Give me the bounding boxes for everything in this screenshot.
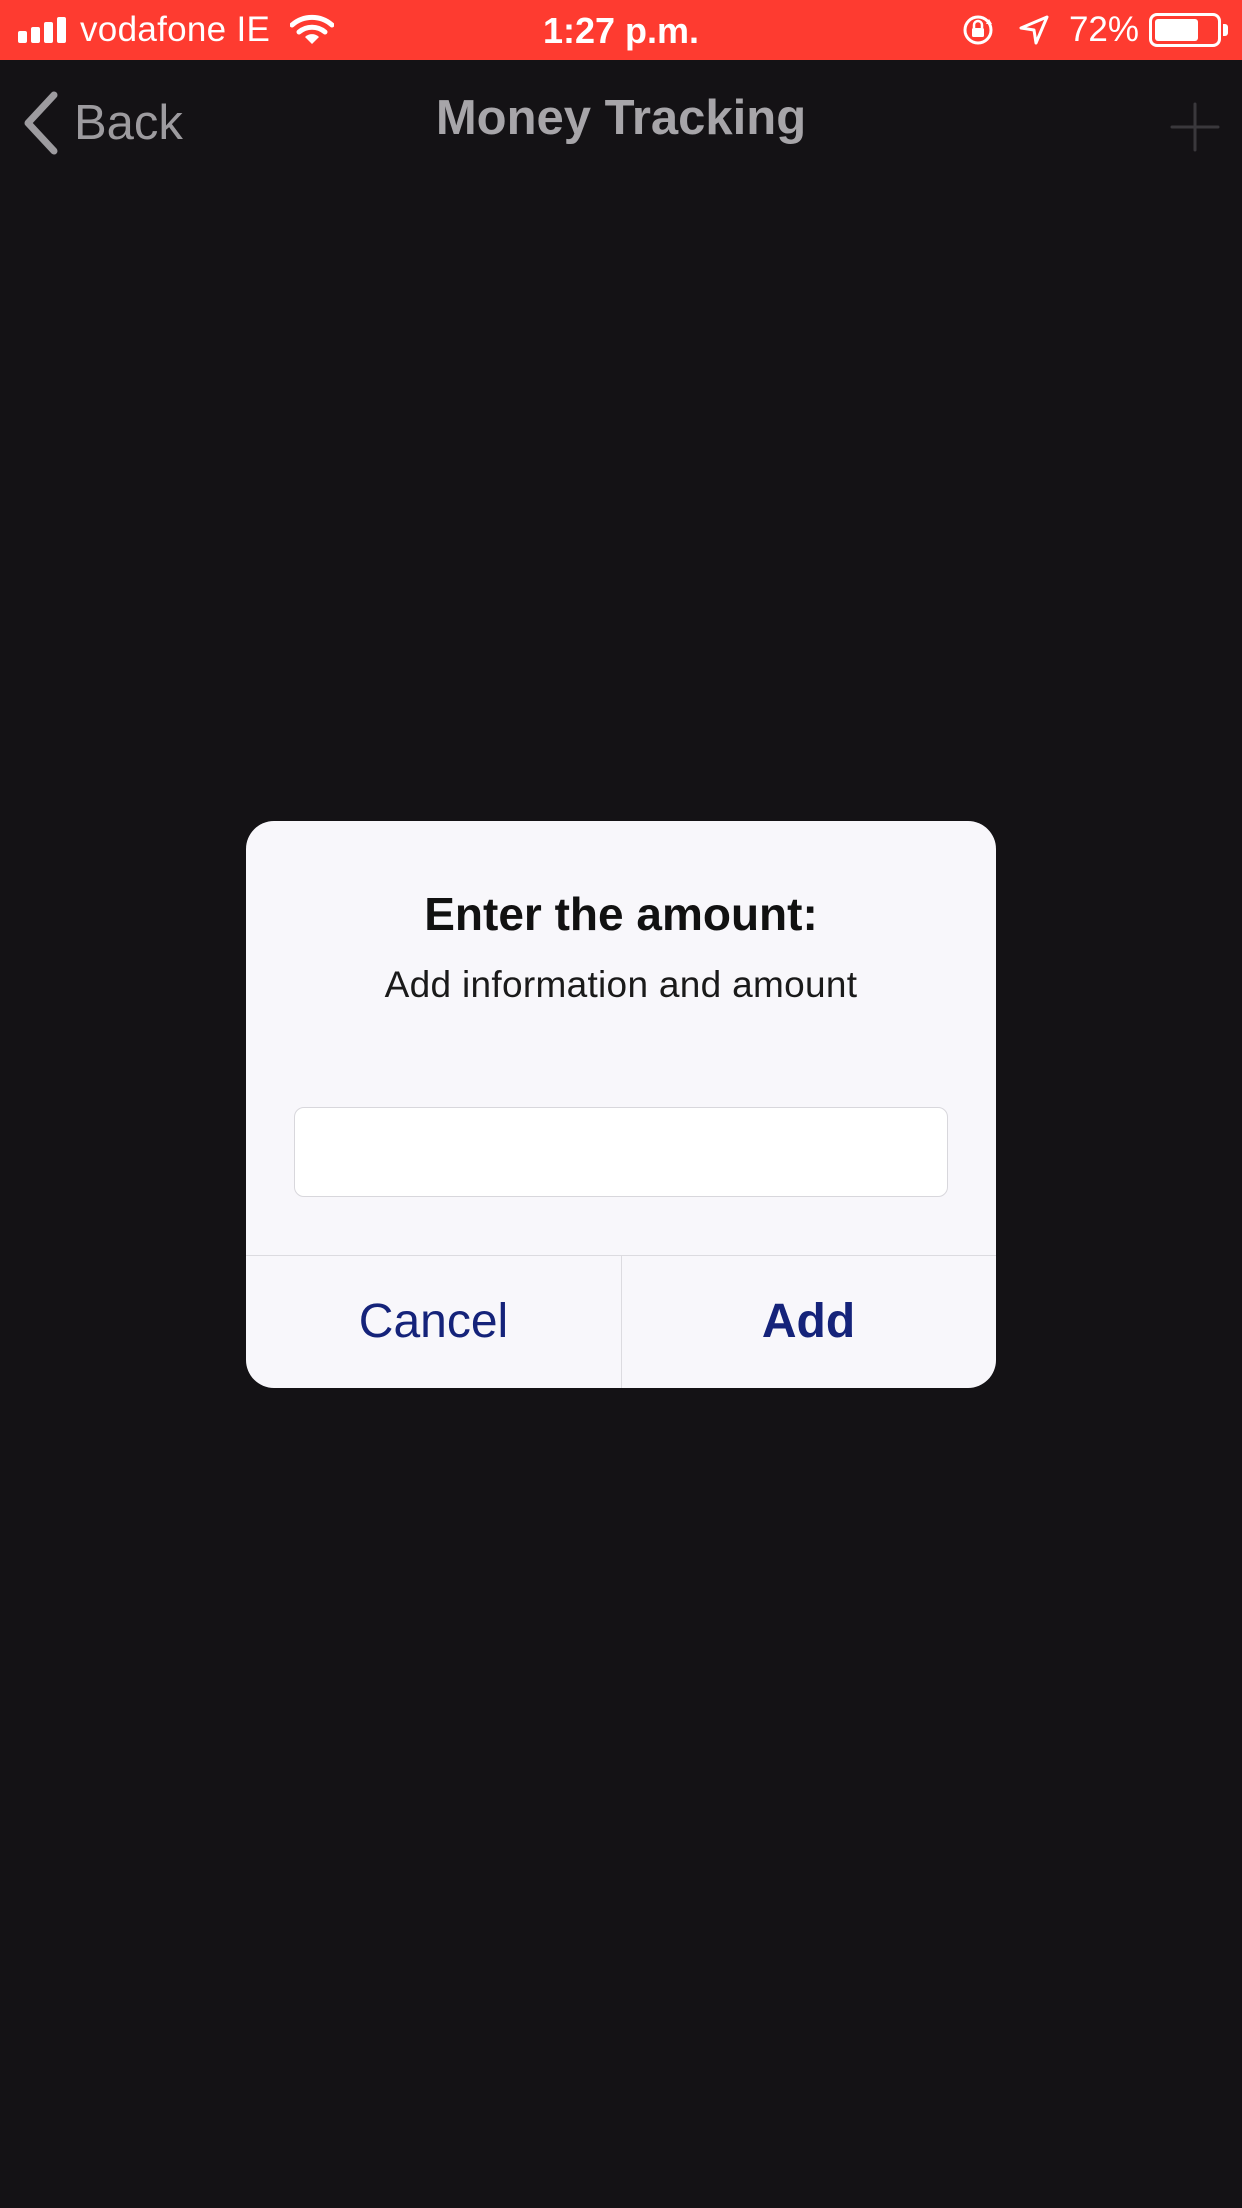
location-arrow-icon <box>1019 15 1049 45</box>
battery-icon <box>1149 13 1221 47</box>
plus-icon[interactable] <box>1170 102 1220 152</box>
add-button[interactable]: Add <box>621 1256 996 1388</box>
battery-percent: 72% <box>1068 10 1139 49</box>
orientation-lock-icon <box>963 15 993 45</box>
status-right: 72% <box>961 0 1228 60</box>
battery-fill <box>1155 19 1198 41</box>
alert-title: Enter the amount: <box>424 888 818 940</box>
battery-cap <box>1223 24 1228 36</box>
amount-alert-dialog: Enter the amount: Add information and am… <box>246 821 996 1388</box>
page-title: Money Tracking <box>435 91 807 145</box>
amount-input[interactable] <box>294 1107 948 1197</box>
alert-message: Add information and amount <box>384 964 858 1005</box>
cancel-button[interactable]: Cancel <box>246 1256 621 1388</box>
status-bar: vodafone IE 1:27 p.m. 72% <box>0 0 1242 60</box>
navigation-bar: Back Money Tracking <box>0 60 1242 192</box>
